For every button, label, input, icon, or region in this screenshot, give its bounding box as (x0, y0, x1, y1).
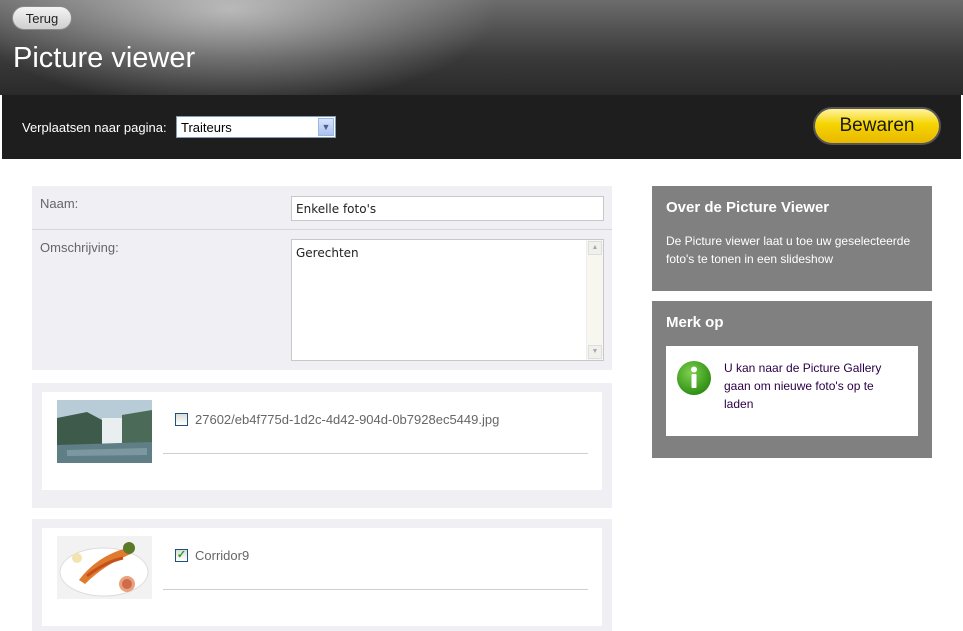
toolbar: Verplaatsen naar pagina: Traiteurs ▼ Bew… (2, 95, 961, 159)
divider (163, 453, 588, 454)
page-select[interactable]: Traiteurs ▼ (176, 116, 336, 138)
page-select-value: Traiteurs (181, 120, 232, 135)
scroll-up-icon[interactable]: ▲ (588, 241, 602, 255)
note-box: Merk op U kan naar de Picture Gallery ga… (652, 301, 932, 458)
form-panel: Naam: Enkelle foto's Omschrijving: Gerec… (32, 186, 612, 370)
photo-card: ✓ Corridor9 (42, 528, 602, 626)
photo-filename: Corridor9 (195, 548, 250, 563)
description-value: Gerechten (296, 246, 359, 260)
description-textarea[interactable]: Gerechten ▲ ▼ (291, 239, 604, 361)
textarea-scrollbar[interactable]: ▲ ▼ (586, 240, 603, 360)
description-label: Omschrijving: (40, 240, 119, 255)
photo-checkbox[interactable]: ✓ (175, 549, 188, 562)
about-text: De Picture viewer laat u toe uw geselect… (666, 234, 911, 266)
photo-checkbox[interactable] (175, 413, 188, 426)
divider (32, 229, 612, 230)
photo-item: ✓ Corridor9 (32, 519, 612, 631)
move-to-page-label: Verplaatsen naar pagina: (22, 120, 167, 135)
note-text: U kan naar de Picture Gallery gaan om ni… (724, 361, 882, 411)
photo-filename: 27602/eb4f775d-1d2c-4d42-904d-0b7928ec54… (195, 412, 500, 427)
note-panel: U kan naar de Picture Gallery gaan om ni… (666, 346, 918, 436)
divider (163, 589, 588, 590)
about-box: Over de Picture Viewer De Picture viewer… (652, 186, 932, 291)
name-field[interactable]: Enkelle foto's (291, 196, 604, 221)
waterfall-thumbnail (57, 400, 152, 463)
chevron-down-icon[interactable]: ▼ (318, 118, 334, 136)
name-label: Naam: (40, 196, 79, 211)
photo-item: 27602/eb4f775d-1d2c-4d42-904d-0b7928ec54… (32, 383, 612, 508)
photo-card: 27602/eb4f775d-1d2c-4d42-904d-0b7928ec54… (42, 392, 602, 490)
about-title: Over de Picture Viewer (666, 199, 830, 216)
page-title: Picture viewer (13, 42, 196, 74)
back-button[interactable]: Terug (12, 6, 72, 30)
note-title: Merk op (666, 314, 724, 331)
save-button[interactable]: Bewaren (813, 107, 941, 145)
food-plate-thumbnail (57, 536, 152, 599)
scroll-down-icon[interactable]: ▼ (588, 345, 602, 359)
page-header: Terug Picture viewer (0, 0, 963, 95)
info-icon (676, 360, 712, 396)
